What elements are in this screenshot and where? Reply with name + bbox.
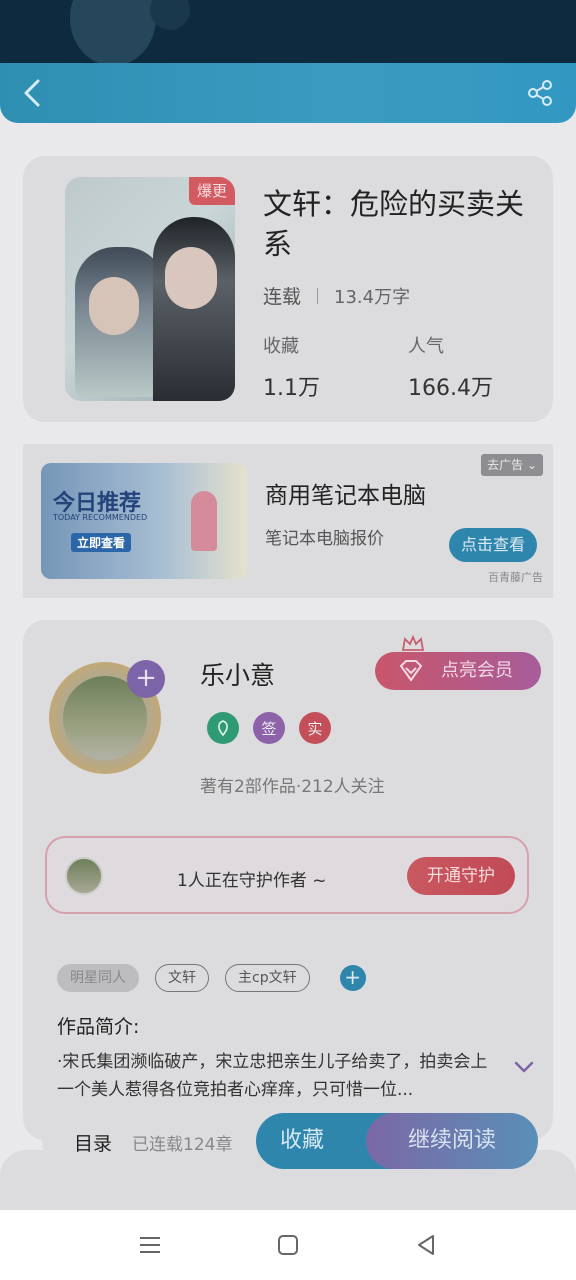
tag-item[interactable]: 明星同人 bbox=[57, 964, 139, 992]
share-button[interactable] bbox=[522, 75, 558, 111]
ad-subtitle: 笔记本电脑报价 bbox=[265, 529, 384, 549]
vip-label: 点亮会员 bbox=[441, 660, 513, 681]
signed-badge[interactable]: 签 bbox=[253, 712, 285, 744]
popularity-value: 166.4万 bbox=[408, 376, 493, 401]
ad-image-subtitle: TODAY RECOMMENDED bbox=[53, 513, 148, 522]
status-decoration bbox=[150, 0, 190, 30]
level-badge-icon[interactable] bbox=[207, 712, 239, 744]
leaf-icon bbox=[218, 720, 228, 737]
continue-reading-button[interactable]: 继续阅读 bbox=[366, 1113, 538, 1169]
cover-figure bbox=[165, 247, 217, 309]
remove-ad-button[interactable]: 去广告 ⌄ bbox=[481, 454, 543, 476]
back-nav-button[interactable] bbox=[406, 1228, 446, 1262]
chevron-left-icon bbox=[24, 79, 40, 107]
book-title: 文轩：危险的买卖关系 bbox=[263, 187, 525, 261]
share-icon bbox=[528, 80, 552, 106]
intro-title: 作品简介: bbox=[57, 1016, 140, 1038]
remove-ad-label: 去广告 bbox=[487, 458, 524, 472]
book-word-count: 13.4万字 bbox=[334, 286, 411, 308]
favorites-label: 收藏 bbox=[263, 336, 299, 357]
ad-image[interactable]: 今日推荐 TODAY RECOMMENDED 立即查看 bbox=[41, 463, 247, 579]
author-card: + 乐小意 签 实 著有2部作品·212人关注 点亮会员 1人正在守护作者 ~ … bbox=[23, 620, 553, 1140]
book-cover[interactable]: 爆更 bbox=[65, 177, 235, 401]
author-stats: 著有2部作品·212人关注 bbox=[200, 777, 385, 797]
ad-title: 商用笔记本电脑 bbox=[265, 483, 426, 509]
guard-avatar bbox=[65, 857, 103, 895]
guard-text: 1人正在守护作者 ~ bbox=[177, 871, 327, 891]
tag-item[interactable]: 文轩 bbox=[155, 964, 209, 992]
tag-item[interactable]: 主cp文轩 bbox=[225, 964, 310, 992]
ad-image-cta: 立即查看 bbox=[71, 533, 132, 552]
popularity-label: 人气 bbox=[408, 336, 444, 357]
diamond-icon bbox=[399, 660, 423, 682]
book-meta: 连载 13.4万字 bbox=[263, 282, 410, 309]
menu-icon bbox=[140, 1237, 160, 1253]
meta-divider bbox=[317, 287, 319, 304]
back-triangle-icon bbox=[418, 1235, 434, 1255]
book-status: 连载 bbox=[263, 286, 302, 308]
guard-panel: 1人正在守护作者 ~ 开通守护 bbox=[45, 836, 529, 914]
home-square-icon bbox=[278, 1235, 298, 1255]
favorites-value: 1.1万 bbox=[263, 376, 320, 401]
chevron-down-icon[interactable] bbox=[513, 1060, 535, 1074]
crown-icon bbox=[401, 634, 425, 651]
follow-author-button[interactable]: + bbox=[127, 660, 165, 698]
cover-figure bbox=[89, 277, 139, 335]
favorites-stat: 收藏 1.1万 bbox=[263, 332, 320, 402]
menu-nav-button[interactable] bbox=[130, 1228, 170, 1262]
popularity-stat: 人气 166.4万 bbox=[408, 332, 493, 402]
toc-button[interactable]: 目录 bbox=[74, 1129, 112, 1156]
ad-illustration bbox=[191, 491, 217, 551]
guard-button[interactable]: 开通守护 bbox=[407, 857, 515, 895]
author-name[interactable]: 乐小意 bbox=[200, 656, 275, 692]
hot-badge: 爆更 bbox=[188, 177, 235, 205]
chevron-down-icon: ⌄ bbox=[526, 458, 537, 472]
top-header bbox=[0, 63, 576, 123]
tag-list: 明星同人 文轩 主cp文轩 + bbox=[57, 964, 366, 992]
vip-button[interactable]: 点亮会员 bbox=[375, 652, 541, 690]
cover-figure bbox=[153, 217, 235, 401]
verified-badge[interactable]: 实 bbox=[299, 712, 331, 744]
ad-banner[interactable]: 今日推荐 TODAY RECOMMENDED 立即查看 商用笔记本电脑 笔记本电… bbox=[23, 444, 553, 598]
status-bar bbox=[0, 0, 576, 64]
book-info-card: 爆更 文轩：危险的买卖关系 连载 13.4万字 收藏 1.1万 人气 166.4… bbox=[23, 156, 553, 422]
home-nav-button[interactable] bbox=[268, 1228, 308, 1262]
system-nav-bar bbox=[0, 1210, 576, 1280]
chapter-count[interactable]: 已连载124章 bbox=[132, 1130, 232, 1155]
ad-source: 百青藤广告 bbox=[488, 571, 543, 584]
intro-text: ·宋氏集团濒临破产，宋立忠把亲生儿子给卖了，拍卖会上一个美人惹得各位竞拍者心痒痒… bbox=[57, 1052, 488, 1100]
ad-view-button[interactable]: 点击查看 bbox=[449, 528, 537, 562]
back-button[interactable] bbox=[14, 75, 50, 111]
author-badges: 签 实 bbox=[207, 712, 331, 744]
add-tag-button[interactable]: + bbox=[339, 965, 366, 991]
bottom-action-bar: 目录 已连载124章 收藏 继续阅读 bbox=[42, 1113, 538, 1169]
status-decoration bbox=[70, 0, 156, 64]
